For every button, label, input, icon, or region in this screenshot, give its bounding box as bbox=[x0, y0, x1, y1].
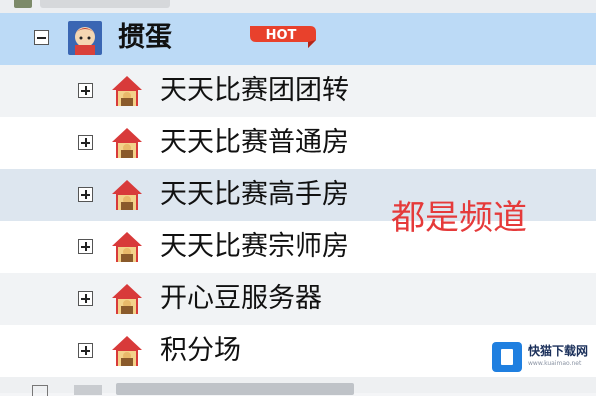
hot-badge: HOT bbox=[248, 24, 318, 50]
collapse-toggle-icon[interactable] bbox=[34, 30, 49, 45]
house-icon bbox=[110, 178, 144, 212]
cutoff-label bbox=[116, 383, 354, 395]
tree-item-channel[interactable]: 开心豆服务器 bbox=[0, 273, 596, 325]
expand-toggle-icon[interactable] bbox=[78, 83, 93, 98]
house-icon bbox=[110, 334, 144, 368]
cutoff-label bbox=[40, 0, 170, 8]
tree-item-label: 天天比赛高手房 bbox=[160, 179, 349, 210]
tree-item-guandan[interactable]: 掼蛋 HOT bbox=[0, 13, 596, 65]
house-icon bbox=[110, 74, 144, 108]
cutoff-icon bbox=[74, 385, 102, 395]
tree-item-label: 开心豆服务器 bbox=[160, 283, 322, 314]
folder-icon bbox=[14, 0, 32, 8]
expand-toggle-icon[interactable] bbox=[78, 187, 93, 202]
hot-badge-text: HOT bbox=[266, 28, 297, 43]
tree-item-channel[interactable]: 天天比赛团团转 bbox=[0, 65, 596, 117]
tree-item-label: 积分场 bbox=[160, 335, 241, 366]
expand-toggle-icon[interactable] bbox=[78, 291, 93, 306]
watermark: 快猫下载网 www.kuaimao.net bbox=[492, 342, 596, 372]
expand-toggle-icon[interactable] bbox=[78, 135, 93, 150]
tree-item-channel[interactable]: 天天比赛普通房 bbox=[0, 117, 596, 169]
expand-toggle-icon[interactable] bbox=[78, 239, 93, 254]
house-icon bbox=[110, 230, 144, 264]
tree-item-label: 掼蛋 bbox=[118, 22, 172, 53]
watermark-url: www.kuaimao.net bbox=[528, 360, 582, 367]
avatar-icon bbox=[68, 21, 102, 55]
tree-item-label: 天天比赛宗师房 bbox=[160, 231, 349, 262]
top-cutoff-row bbox=[0, 0, 596, 14]
tree-item-label: 天天比赛团团转 bbox=[160, 75, 349, 106]
house-icon bbox=[110, 126, 144, 160]
tree-item-label: 天天比赛普通房 bbox=[160, 127, 349, 158]
cutoff-toggle-icon bbox=[32, 385, 48, 396]
watermark-logo-icon bbox=[492, 342, 522, 372]
house-icon bbox=[110, 282, 144, 316]
watermark-name: 快猫下载网 bbox=[528, 344, 589, 358]
bottom-cutoff-row bbox=[0, 377, 596, 396]
expand-toggle-icon[interactable] bbox=[78, 343, 93, 358]
annotation-text: 都是频道 bbox=[391, 198, 527, 238]
